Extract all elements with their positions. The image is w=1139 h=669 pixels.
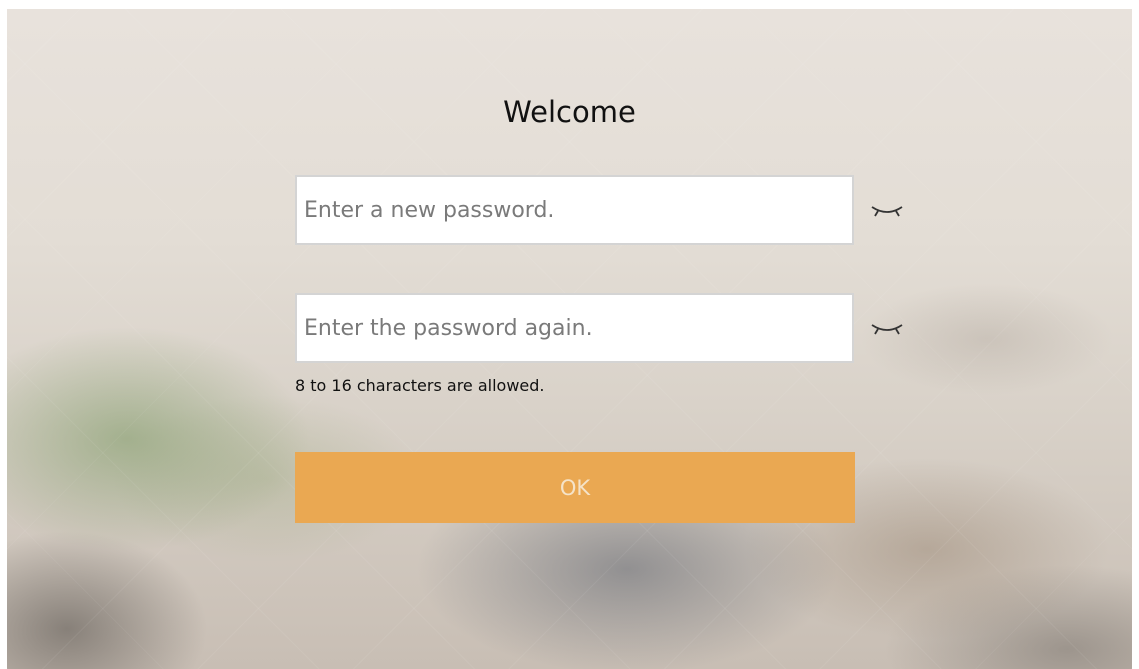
password-length-hint: 8 to 16 characters are allowed. (295, 376, 545, 395)
welcome-screen: Welcome 8 to 16 characters are allowed. … (7, 9, 1132, 669)
ok-button[interactable]: OK (295, 452, 855, 523)
page-title: Welcome (503, 95, 636, 129)
confirm-password-input[interactable] (297, 295, 852, 361)
show-confirm-password-eye-icon[interactable] (869, 318, 905, 340)
new-password-field[interactable] (295, 175, 854, 245)
new-password-input[interactable] (297, 177, 852, 243)
confirm-password-field[interactable] (295, 293, 854, 363)
show-password-eye-icon[interactable] (869, 200, 905, 222)
